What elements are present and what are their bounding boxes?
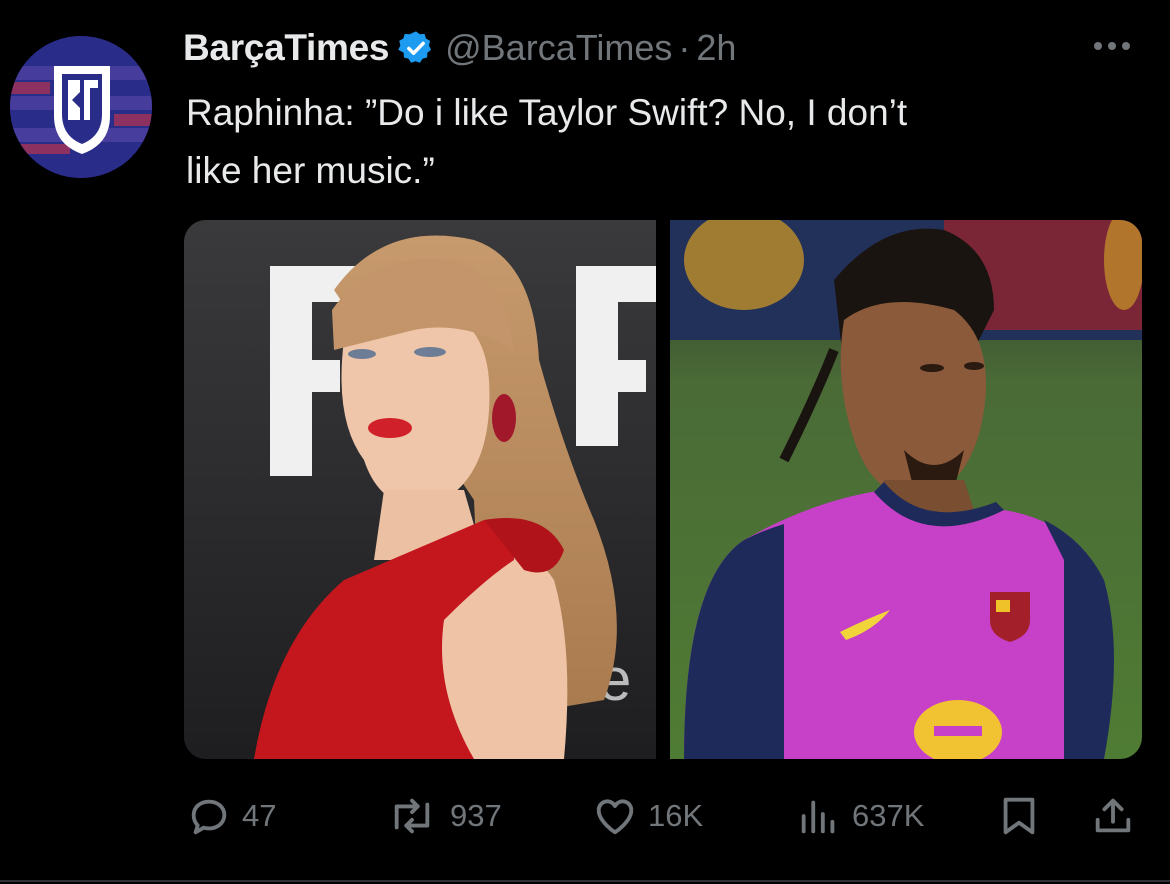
tweet[interactable]: BarçaTimes @BarcaTimes · 2h Raphinha: ”D…	[0, 0, 1170, 884]
heart-icon	[592, 793, 638, 839]
reply-button[interactable]: 47	[186, 790, 276, 842]
tweet-text-line: Raphinha: ”Do i like Taylor Swift? No, I…	[186, 92, 908, 133]
views-count: 637K	[852, 798, 925, 833]
display-name[interactable]: BarçaTimes	[183, 27, 389, 69]
divider	[0, 880, 1170, 882]
handle[interactable]: @BarcaTimes	[445, 27, 672, 69]
like-count: 16K	[648, 798, 704, 833]
repost-icon	[384, 793, 440, 839]
views-icon	[796, 793, 842, 839]
bookmark-button[interactable]	[996, 790, 1042, 842]
share-button[interactable]	[1090, 790, 1136, 842]
barcatimes-logo-icon	[10, 36, 152, 178]
more-icon[interactable]	[1094, 36, 1140, 56]
media-right-image[interactable]	[670, 220, 1142, 759]
repost-button[interactable]: 937	[384, 790, 502, 842]
tweet-media[interactable]: e	[184, 220, 1142, 759]
verified-badge-icon	[397, 29, 435, 67]
tweet-text: Raphinha: ”Do i like Taylor Swift? No, I…	[186, 84, 1146, 200]
views-button[interactable]: 637K	[796, 790, 924, 842]
avatar[interactable]	[10, 36, 152, 178]
tweet-text-line: like her music.”	[186, 150, 435, 191]
separator-dot: ·	[678, 27, 691, 68]
like-button[interactable]: 16K	[592, 790, 703, 842]
share-icon	[1090, 793, 1136, 839]
tweet-header: BarçaTimes @BarcaTimes · 2h	[183, 26, 736, 70]
action-bar: 47 937 16K 637K	[0, 790, 1170, 842]
repost-count: 937	[450, 798, 502, 833]
bookmark-icon	[996, 793, 1042, 839]
reply-count: 47	[242, 798, 277, 833]
media-left-image[interactable]: e	[184, 220, 656, 759]
reply-icon	[186, 793, 232, 839]
timestamp[interactable]: 2h	[696, 27, 736, 69]
